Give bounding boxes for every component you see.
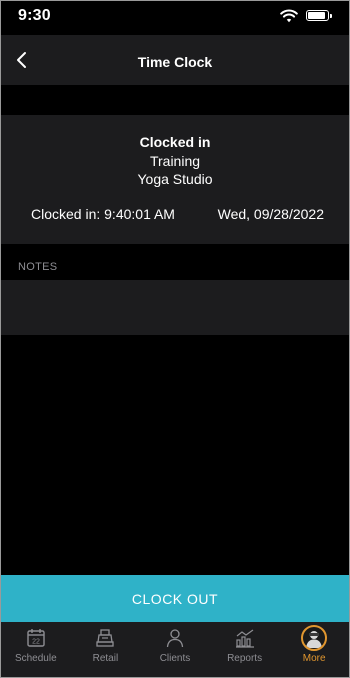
calendar-badge: 22	[32, 639, 40, 646]
tab-label: Clients	[159, 653, 191, 664]
person-icon	[166, 629, 184, 648]
tab-label: Retail	[92, 653, 119, 664]
navigation-bar: Time Clock	[1, 35, 349, 85]
clocked-in-time: Clocked in: 9:40:01 AM	[31, 206, 175, 222]
notes-field[interactable]	[1, 280, 349, 335]
status-time: 9:30	[18, 7, 51, 24]
battery-icon	[306, 10, 332, 21]
tab-label: Reports	[227, 653, 263, 664]
register-icon	[96, 629, 115, 647]
location-name: Yoga Studio	[137, 171, 213, 187]
wifi-icon	[280, 9, 298, 23]
tab-more[interactable]: More	[279, 622, 349, 677]
avatar-icon	[301, 625, 328, 651]
tab-label: More	[302, 653, 326, 664]
page-title: Time Clock	[137, 54, 213, 70]
avatar-image	[306, 631, 323, 648]
tab-reports[interactable]: Reports	[210, 622, 280, 677]
clock-out-button[interactable]: CLOCK OUT	[1, 575, 349, 622]
notes-label: NOTES	[18, 261, 58, 273]
class-name: Training	[149, 153, 201, 169]
calendar-icon: 22	[27, 629, 45, 647]
status-bar: 9:30	[1, 1, 349, 35]
tab-bar: 22 Schedule Retail Clients Reports More	[1, 622, 349, 677]
tab-clients[interactable]: Clients	[140, 622, 210, 677]
tab-label: Schedule	[14, 653, 57, 664]
bar-chart-icon	[235, 629, 254, 648]
tab-schedule[interactable]: 22 Schedule	[1, 622, 71, 677]
app-frame: 9:30 Time Clock Clocked in Training Yoga…	[0, 0, 350, 678]
clocked-in-date: Wed, 09/28/2022	[217, 206, 324, 222]
tab-retail[interactable]: Retail	[71, 622, 141, 677]
clock-status: Clocked in	[139, 134, 211, 150]
clock-status-card: Clocked in Training Yoga Studio Clocked …	[1, 115, 349, 244]
